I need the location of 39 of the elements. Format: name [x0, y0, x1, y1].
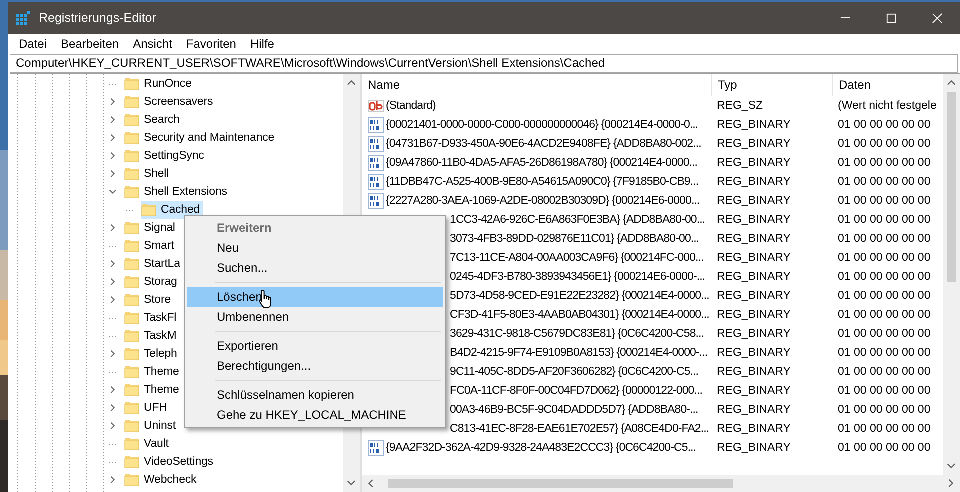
value-data: 01 00 00 00 00 00 — [837, 270, 932, 282]
value-type: REG_BINARY — [716, 290, 792, 302]
value-data: 01 00 00 00 00 00 — [837, 346, 932, 358]
value-data: 01 00 00 00 00 00 — [837, 404, 932, 416]
value-data: 01 00 00 00 00 00 — [837, 156, 932, 168]
value-data: 01 00 00 00 00 00 — [837, 176, 932, 188]
value-type: REG_BINARY — [716, 118, 792, 130]
value-type: REG_BINARY — [716, 346, 792, 358]
value-type: REG_BINARY — [716, 442, 792, 454]
value-data: 01 00 00 00 00 00 — [837, 232, 932, 244]
value-data: 01 00 00 00 00 00 — [837, 214, 932, 226]
window-title: Registrierungs-Editor — [39, 11, 156, 25]
value-type: REG_BINARY — [716, 270, 792, 282]
value-type: REG_BINARY — [716, 422, 792, 434]
value-type: REG_BINARY — [716, 194, 792, 206]
value-data: 01 00 00 00 00 00 — [837, 422, 932, 434]
value-type: REG_BINARY — [716, 232, 792, 244]
value-type: REG_BINARY — [716, 156, 792, 168]
value-type: REG_SZ — [716, 100, 764, 112]
value-type: REG_BINARY — [716, 328, 792, 340]
value-data: 01 00 00 00 00 00 — [837, 366, 932, 378]
value-type: REG_BINARY — [716, 176, 792, 188]
value-data: 01 00 00 00 00 00 — [837, 118, 932, 130]
value-type: REG_BINARY — [716, 366, 792, 378]
value-data: 01 00 00 00 00 00 — [837, 442, 932, 454]
value-data: 01 00 00 00 00 00 — [837, 290, 932, 302]
value-data: 01 00 00 00 00 00 — [837, 328, 932, 340]
value-data: 01 00 00 00 00 00 — [837, 138, 932, 150]
value-type: REG_BINARY — [716, 138, 792, 150]
value-data: (Wert nicht festgele — [837, 100, 938, 112]
value-data: 01 00 00 00 00 00 — [837, 194, 932, 206]
value-type: REG_BINARY — [716, 384, 792, 396]
value-type: REG_BINARY — [716, 404, 792, 416]
value-data: 01 00 00 00 00 00 — [837, 252, 932, 264]
value-data: 01 00 00 00 00 00 — [837, 308, 932, 320]
value-type: REG_BINARY — [716, 252, 792, 264]
value-data: 01 00 00 00 00 00 — [837, 384, 932, 396]
value-type: REG_BINARY — [716, 214, 792, 226]
value-type: REG_BINARY — [716, 308, 792, 320]
